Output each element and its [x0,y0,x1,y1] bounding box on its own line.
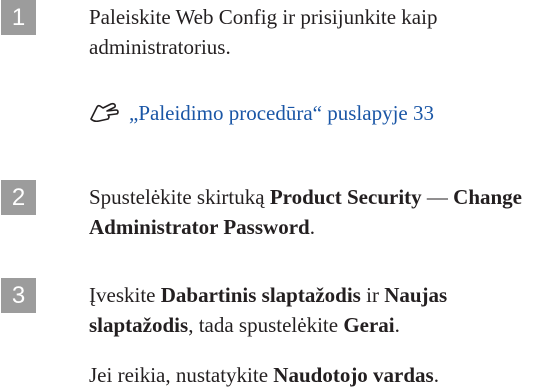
step-number-badge: 1 [1,0,36,35]
note-post: . [433,363,439,387]
step-3-mid2: , tada spustelėkite [188,313,344,337]
step-1-text: Paleiskite Web Config ir prisijunkite ka… [89,5,438,59]
step-number: 1 [11,4,26,31]
step-2-post: . [309,215,315,239]
step-3-text: Įveskite Dabartinis slaptažodis ir Nauja… [89,280,551,340]
step-3-pre: Įveskite [89,283,161,307]
pointing-hand-icon [89,101,119,131]
username-label: Naudotojo vardas [273,363,434,387]
current-password-label: Dabartinis slaptažodis [160,283,361,307]
step-2-pre: Spustelėkite skirtuką [89,185,270,209]
step-3-mid: ir [360,283,385,307]
step-3-note: Jei reikia, nustatykite Naudotojo vardas… [89,360,439,390]
product-security-label: Product Security [269,185,422,209]
reference-link[interactable]: „Paleidimo procedūra“ puslapyje 33 [89,98,434,131]
step-number-badge: 2 [1,180,36,215]
step-number-badge: 3 [1,278,36,313]
step-number: 3 [11,282,26,309]
reference-link-text[interactable]: „Paleidimo procedūra“ puslapyje 33 [129,101,434,125]
step-2-text: Spustelėkite skirtuką Product Security —… [89,182,551,242]
note-pre: Jei reikia, nustatykite [89,363,274,387]
ok-label: Gerai [343,313,395,337]
step-number: 2 [11,184,26,211]
step-2-mid: — [421,185,454,209]
step-3-post: . [394,313,400,337]
